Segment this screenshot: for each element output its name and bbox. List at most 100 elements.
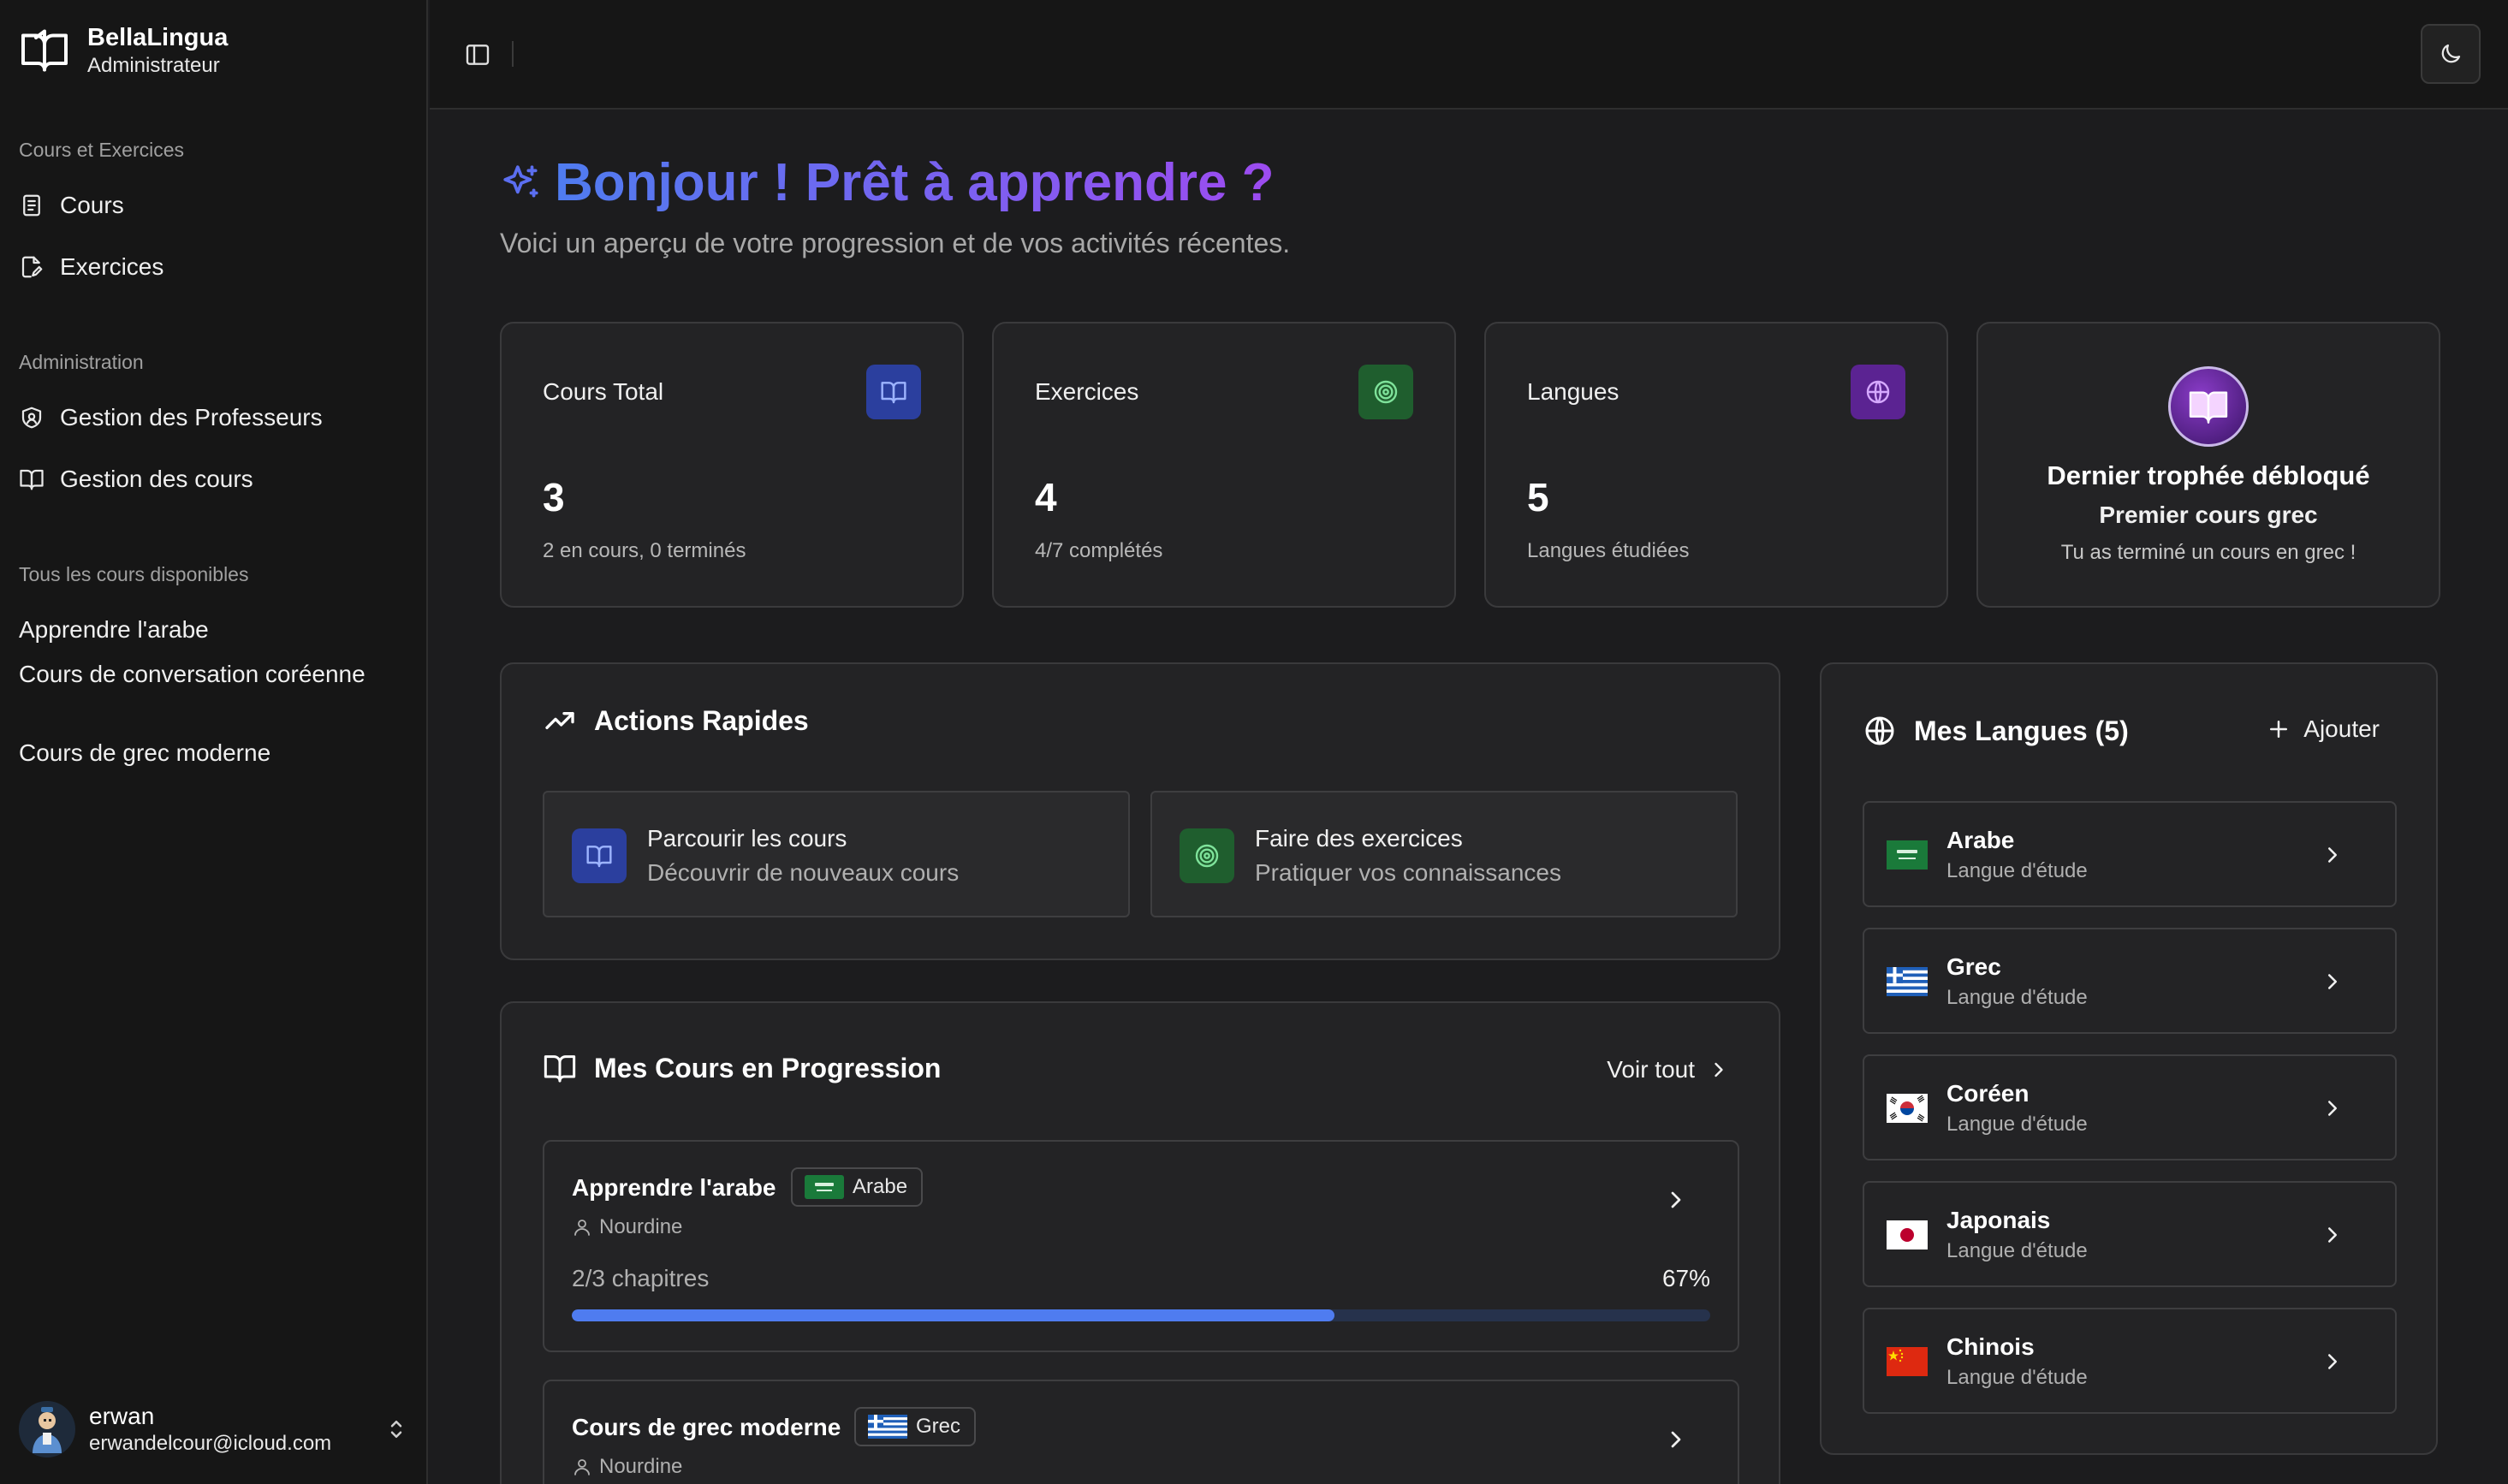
page-title: Bonjour ! Prêt à apprendre ?: [555, 153, 1275, 212]
stat-value: 4: [1035, 475, 1057, 519]
stat-icon-exercices: [1358, 365, 1413, 419]
language-sub: Langue d'étude: [1946, 986, 2088, 1009]
language-name: Japonais: [1946, 1207, 2051, 1233]
language-item-coreen[interactable]: Coréen Langue d'étude: [1863, 1054, 2397, 1160]
stat-card-langues: Langues 5 Langues étudiées: [1484, 322, 1948, 608]
voir-tout-label: Voir tout: [1607, 1056, 1695, 1083]
greeting: Bonjour ! Prêt à apprendre ?: [500, 152, 1275, 213]
language-sub: Langue d'étude: [1946, 859, 2088, 882]
stat-value: 3: [543, 475, 565, 519]
user-icon: [574, 1459, 590, 1475]
chevron-right-icon[interactable]: [1662, 1426, 1690, 1453]
language-name: Grec: [1946, 953, 2001, 980]
chevron-right-icon: [2328, 974, 2337, 989]
sidebar-panel-icon: [466, 45, 490, 65]
user-avatar-icon: [33, 1407, 62, 1453]
stat-sub: Langues étudiées: [1527, 539, 1690, 562]
lang-badge-grec: Grec: [854, 1407, 977, 1446]
lang-badge-arabe: Arabe: [791, 1167, 924, 1207]
book-open-icon: [544, 1055, 576, 1083]
action-faire-exercices[interactable]: Faire des exercices Pratiquer vos connai…: [1150, 791, 1738, 917]
language-name: Arabe: [1946, 827, 2015, 853]
user-email: erwandelcour@icloud.com: [89, 1432, 332, 1455]
chevron-right-icon[interactable]: [1662, 1186, 1690, 1214]
stat-card-exercices: Exercices 4 4/7 complétés: [992, 322, 1456, 608]
sidebar-item-gestion-professeurs[interactable]: Gestion des Professeurs: [19, 392, 409, 443]
progress-courses-card: Mes Cours en Progression Voir tout Appre…: [500, 1001, 1780, 1484]
language-item-grec[interactable]: Grec Langue d'étude: [1863, 928, 2397, 1034]
globe-icon: [1866, 380, 1890, 404]
action-sub: Pratiquer vos connaissances: [1255, 859, 1561, 886]
sidebar-toggle-button[interactable]: [461, 38, 495, 72]
action-parcourir-cours[interactable]: Parcourir les cours Découvrir de nouveau…: [543, 791, 1130, 917]
greece-flag-icon: [1887, 967, 1928, 996]
brand-role: Administrateur: [87, 54, 220, 77]
page-subtitle: Voici un aperçu de votre progression et …: [500, 228, 1291, 258]
sidebar-item-cours[interactable]: Cours: [19, 180, 409, 231]
chevron-right-icon: [2328, 847, 2337, 863]
sidebar-item-exercices[interactable]: Exercices: [19, 241, 409, 293]
sidebar-item-label: Cours: [60, 192, 124, 218]
target-icon: [1374, 380, 1398, 404]
language-item-japonais[interactable]: Japonais Langue d'étude: [1863, 1181, 2397, 1287]
languages-title: Mes Langues (5): [1863, 714, 2129, 748]
book-open-icon: [881, 382, 906, 404]
language-item-chinois[interactable]: Chinois Langue d'étude: [1863, 1308, 2397, 1414]
quick-actions-card: Actions Rapides Parcourir les cours Déco…: [500, 662, 1780, 960]
book-open-icon: [20, 469, 44, 490]
chevrons-up-down-icon[interactable]: [383, 1416, 409, 1442]
sidebar-course-grec[interactable]: Cours de grec moderne: [19, 736, 378, 770]
japan-flag-icon: [1887, 1220, 1928, 1250]
progress-percent: 67%: [1661, 1265, 1710, 1291]
voir-tout-link[interactable]: Voir tout: [1607, 1056, 1731, 1083]
plus-icon: [2270, 721, 2288, 738]
language-sub: Langue d'étude: [1946, 1113, 2088, 1136]
action-icon-exercices: [1180, 828, 1234, 883]
top-header: [430, 0, 2508, 110]
stat-sub: 4/7 complétés: [1035, 539, 1163, 562]
course-teacher-name: Nourdine: [599, 1455, 683, 1478]
sidebar: BellaLingua Administrateur Cours et Exer…: [0, 0, 428, 1484]
book-open-icon: [586, 846, 612, 868]
lang-badge-label: Grec: [916, 1415, 961, 1438]
language-name: Coréen: [1946, 1080, 2030, 1107]
stat-label: Exercices: [1035, 378, 1139, 405]
user-menu[interactable]: erwan erwandelcour@icloud.com: [19, 1391, 409, 1468]
action-sub: Découvrir de nouveaux cours: [647, 859, 960, 886]
lang-badge-label: Arabe: [853, 1175, 908, 1198]
brand[interactable]: BellaLingua Administrateur: [19, 22, 228, 79]
course-name: Apprendre l'arabe: [572, 1174, 776, 1201]
languages-card: Mes Langues (5) Ajouter Arabe Langue d'é…: [1820, 662, 2438, 1455]
trophy-badge: [2168, 366, 2249, 447]
course-name: Cours de grec moderne: [572, 1414, 841, 1440]
trending-up-icon: [545, 712, 574, 729]
sidebar-item-gestion-cours[interactable]: Gestion des cours: [19, 454, 409, 505]
section-title-text: Mes Langues (5): [1914, 715, 2129, 746]
greece-flag-icon: [868, 1415, 907, 1439]
group-label-cours-exercices: Cours et Exercices: [19, 139, 185, 161]
document-icon: [23, 194, 40, 217]
chevron-right-icon: [1715, 1062, 1723, 1077]
file-edit-icon: [21, 256, 43, 278]
stat-card-cours: Cours Total 3 2 en cours, 0 terminés: [500, 322, 964, 608]
book-logo-icon: [21, 29, 68, 72]
add-language-label: Ajouter: [2303, 715, 2380, 742]
course-row-grec[interactable]: Cours de grec moderne Grec Nourdine: [543, 1380, 1739, 1484]
stat-icon-cours: [866, 365, 921, 419]
progress-bar-fill: [572, 1309, 1335, 1321]
chevron-right-icon: [2328, 1101, 2337, 1116]
language-name: Chinois: [1946, 1333, 2035, 1360]
sidebar-course-coreen[interactable]: Cours de conversation coréenne: [19, 657, 378, 692]
theme-toggle-button[interactable]: [2421, 24, 2481, 84]
china-flag-icon: [1887, 1347, 1928, 1376]
book-trophy-icon: [2189, 391, 2228, 424]
language-sub: Langue d'étude: [1946, 1366, 2088, 1389]
sidebar-course-arabe[interactable]: Apprendre l'arabe: [19, 613, 378, 647]
language-item-arabe[interactable]: Arabe Langue d'étude: [1863, 801, 2397, 907]
chevron-right-icon: [2328, 1354, 2337, 1369]
add-language-button[interactable]: Ajouter: [2266, 715, 2380, 743]
language-sub: Langue d'étude: [1946, 1239, 2088, 1262]
course-row-arabe[interactable]: Apprendre l'arabe Arabe Nourdine 2/3 cha…: [543, 1140, 1739, 1352]
target-icon: [1195, 844, 1219, 868]
action-title: Parcourir les cours: [647, 825, 847, 852]
